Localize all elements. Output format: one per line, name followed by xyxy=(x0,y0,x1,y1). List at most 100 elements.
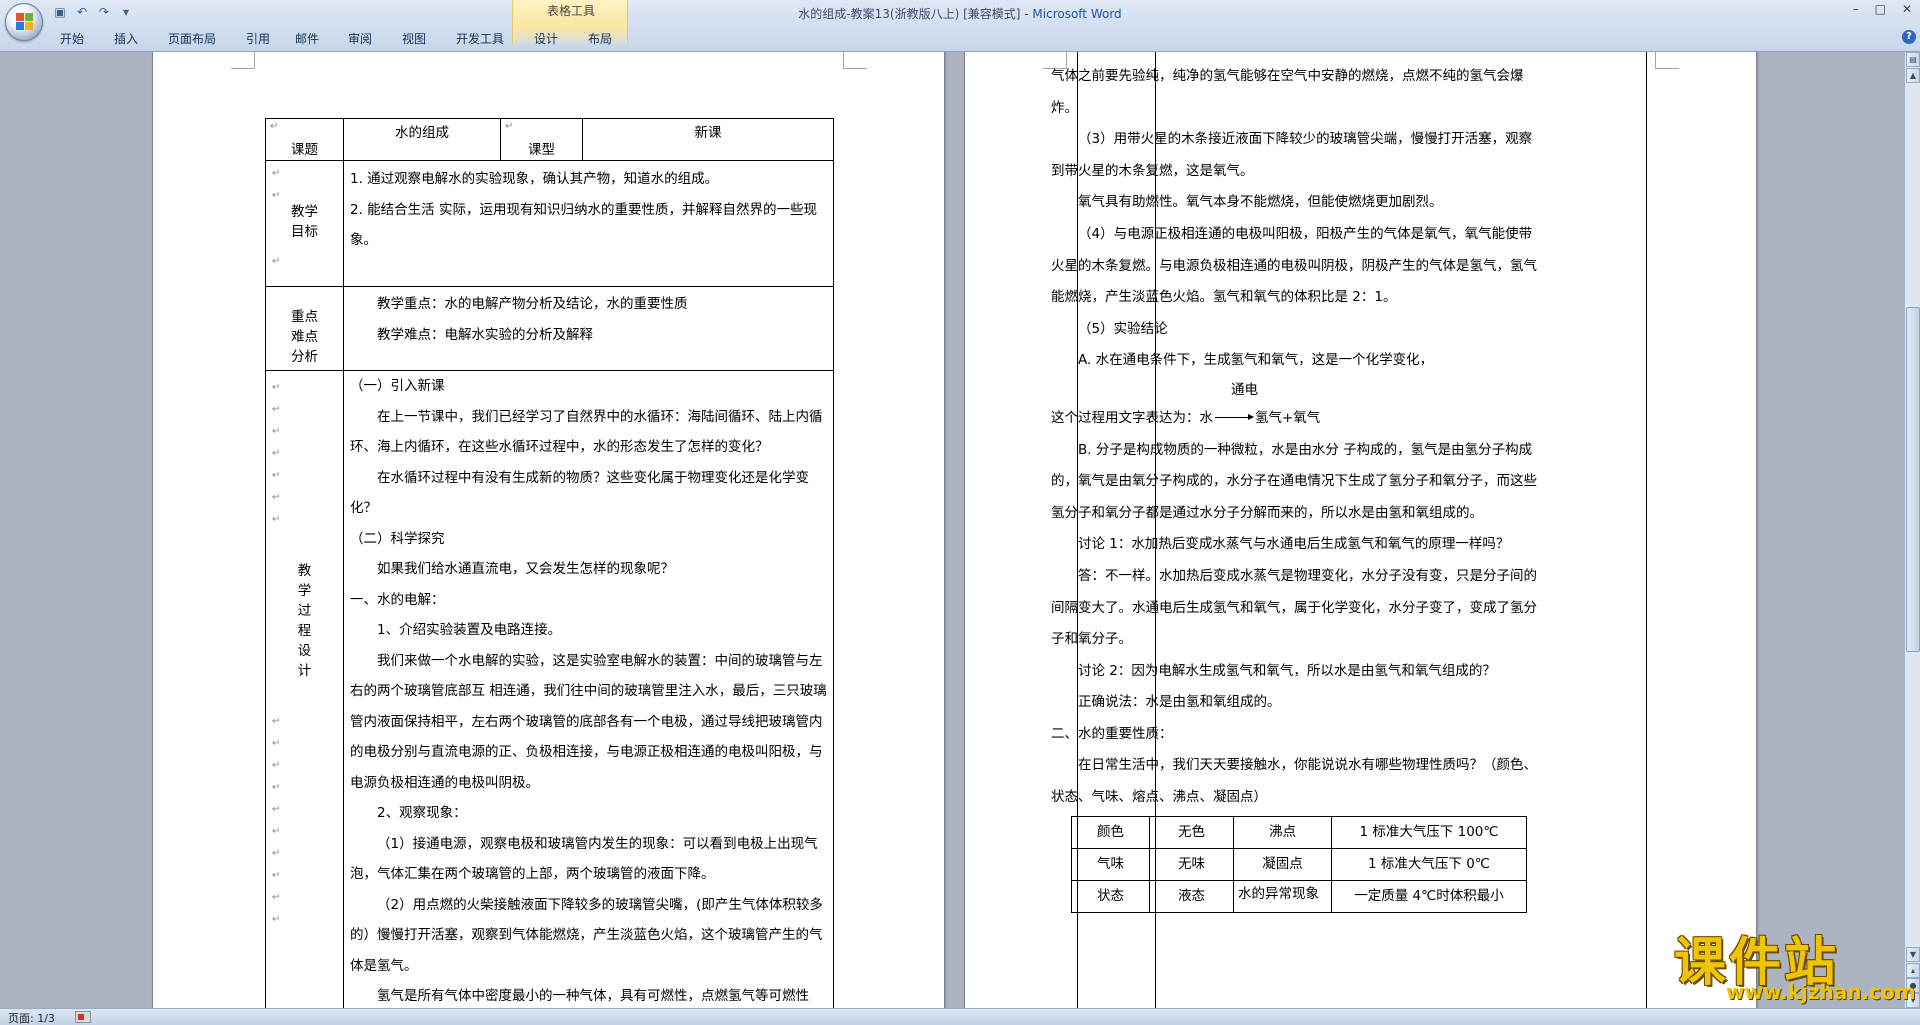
table-cell[interactable]: 教学重点：水的电解产物分析及结论，水的重要性质 教学难点：电解水实验的分析及解释 xyxy=(343,286,834,371)
process-label-line: 教 xyxy=(297,563,312,579)
content-paragraph: A. 水在通电条件下，生成氢气和氧气，这是一个化学变化， xyxy=(1078,352,1434,369)
table-cell[interactable]: 一定质量 4℃时体积最小 xyxy=(1331,879,1527,913)
table-cell[interactable]: 新课 xyxy=(582,118,834,161)
reaction-arrow-icon xyxy=(1215,414,1254,421)
content-paragraph: 二、水的重要性质： xyxy=(1051,725,1173,742)
equation-condition: 通电 xyxy=(1231,381,1258,398)
table-cell[interactable]: 液态 xyxy=(1149,879,1234,913)
table-row: 颜色 无色 沸点 1 标准大气压下 100℃ xyxy=(1071,815,1527,849)
content-paragraph: 讨论 2：因为电解水生成氢气和氧气，所以水是由氢气和氧气组成的？ xyxy=(1078,662,1496,679)
table-cell[interactable]: 凝固点 xyxy=(1233,847,1332,881)
table-row: ↵ 课题 水的组成 ↵ 课型 新课 xyxy=(265,118,834,161)
table-cell[interactable]: 重点 难点 分析 xyxy=(265,286,344,371)
lesson-type-label: 课型 xyxy=(528,142,555,158)
topic-value: 水的组成 xyxy=(395,125,449,141)
undo-icon[interactable]: ↶ xyxy=(74,4,90,20)
table-cell[interactable]: 水的组成 xyxy=(343,118,501,161)
topic-label: 课题 xyxy=(291,142,318,158)
table-cell[interactable]: ↵ 课型 xyxy=(500,118,583,161)
content-paragraph: （3）用带火星的木条接近液面下降较少的玻璃管尖端，慢慢打开活塞，观察到带火星的木… xyxy=(1051,131,1533,179)
proofing-status-icon[interactable] xyxy=(75,1011,91,1023)
tab-layout[interactable]: 布局 xyxy=(588,30,612,47)
crop-mark xyxy=(1655,52,1679,69)
watermark-url: www.kjzhan.com xyxy=(1726,980,1916,1004)
redo-icon[interactable]: ↷ xyxy=(96,4,112,20)
table-cell[interactable]: 颜色 xyxy=(1071,815,1150,849)
equation-products: 氢气+氧气 xyxy=(1255,409,1321,426)
ruler-toggle-icon[interactable]: ▤ xyxy=(1906,52,1920,67)
vertical-scrollbar[interactable]: ▤ ▲ ▼ ▴ ● ▾ xyxy=(1904,52,1920,1008)
content-paragraph: 讨论 1：水加热后变成水蒸气与水通电后生成氢气和氧气的原理一样吗？ xyxy=(1078,536,1510,553)
continued-content[interactable]: 气体之前要先验纯，纯净的氢气能够在空气中安静的燃烧，点燃不纯的氢气会爆炸。 （3… xyxy=(1051,61,1541,913)
table-cell[interactable]: 无味 xyxy=(1149,847,1234,881)
process-paragraph: 如果我们给水通直流电，又会发生怎样的现象呢？ xyxy=(377,561,674,577)
scroll-up-icon[interactable]: ▲ xyxy=(1906,68,1920,83)
content-paragraph: 正确说法：水是由氢和氧组成的。 xyxy=(1078,694,1281,711)
table-cell[interactable]: 1 标准大气压下 0℃ xyxy=(1331,847,1527,881)
table-row: 状态 液态 水的异常现象 一定质量 4℃时体积最小 xyxy=(1071,879,1527,913)
page-1: ↵ 课题 水的组成 ↵ 课型 新课 ↵ ↵ ↵ 教学 目标 1. 通过观察电解水的实验现… xyxy=(152,52,945,1008)
table-cell[interactable]: 沸点 xyxy=(1233,815,1332,849)
tab-design[interactable]: 设计 xyxy=(534,30,558,47)
key-label-line: 难点 xyxy=(291,329,318,345)
content-paragraph: B. 分子是构成物质的一种微粒，水是由水分 子构成的，氢气是由氢分子构成的，氧气… xyxy=(1051,441,1537,521)
window-title: 水的组成-教案13(浙教版八上) [兼容模式] - Microsoft Word xyxy=(0,5,1920,22)
process-paragraph: （1）接通电源，观察电极和玻璃管内发生的现象：可以看到电极上出现气泡，气体汇集在… xyxy=(350,835,818,883)
tab-home[interactable]: 开始 xyxy=(60,30,84,47)
process-paragraph: （二）科学探究 xyxy=(350,530,445,547)
document-workspace: ↵ 课题 水的组成 ↵ 课型 新课 ↵ ↵ ↵ 教学 目标 1. 通过观察电解水的实验现… xyxy=(0,52,1904,1008)
table-cell[interactable]: ↵ 课题 xyxy=(265,118,344,161)
goal-line: 1. 通过观察电解水的实验现象，确认其产物，知道水的组成。 xyxy=(350,171,719,187)
key-line: 教学重点：水的电解产物分析及结论，水的重要性质 xyxy=(377,296,688,312)
tab-page-layout[interactable]: 页面布局 xyxy=(168,30,216,47)
scroll-down-icon[interactable]: ▼ xyxy=(1906,947,1920,962)
goal-label-line: 教学 xyxy=(291,204,318,220)
document-title: 水的组成-教案13(浙教版八上) [兼容模式] - xyxy=(798,7,1033,21)
key-label-line: 重点 xyxy=(291,309,318,325)
office-logo-icon xyxy=(16,13,34,31)
content-paragraph: 答：不一样。水加热后变成水蒸气是物理变化，水分子没有变，只是分子间的间隔变大了。… xyxy=(1051,567,1537,648)
customize-qat-icon[interactable]: ▾ xyxy=(118,4,134,20)
content-paragraph: （4）与电源正极相连通的电极叫阳极，阳极产生的气体是氧气，氧气能使带火星的木条复… xyxy=(1051,225,1537,306)
tab-insert[interactable]: 插入 xyxy=(114,30,138,47)
goal-label-line: 目标 xyxy=(291,224,318,240)
watermark: 课件站 www.kjzhan.com xyxy=(1664,920,1916,1008)
process-paragraph: 在水循环过程中有没有生成新的物质？这些变化属于物理变化还是化学变化？ xyxy=(350,469,809,517)
table-cell[interactable]: 1. 通过观察电解水的实验现象，确认其产物，知道水的组成。 2. 能结合生活 实… xyxy=(343,160,834,287)
table-cell[interactable]: 气味 xyxy=(1071,847,1150,881)
page-count[interactable]: 页面: 1/3 xyxy=(8,1010,55,1025)
office-button[interactable] xyxy=(5,3,43,41)
key-label-line: 分析 xyxy=(291,349,318,365)
tab-view[interactable]: 视图 xyxy=(402,30,426,47)
lesson-plan-table: ↵ 课题 水的组成 ↵ 课型 新课 ↵ ↵ ↵ 教学 目标 1. 通过观察电解水的实验现… xyxy=(265,118,834,1008)
save-icon[interactable]: ▣ xyxy=(52,4,68,20)
process-paragraph: 我们来做一个水电解的实验，这是实验室电解水的装置：中间的玻璃管与左右的两个玻璃管… xyxy=(350,652,827,791)
tab-references[interactable]: 引用 xyxy=(246,30,270,47)
tab-review[interactable]: 审阅 xyxy=(348,30,372,47)
table-cell[interactable]: 1 标准大气压下 100℃ xyxy=(1331,815,1527,849)
close-icon[interactable]: ✕ xyxy=(1902,2,1912,16)
scroll-thumb[interactable] xyxy=(1906,307,1920,652)
equation-reactant: 这个过程用文字表达为：水 xyxy=(1051,409,1213,426)
content-paragraph: 在日常生活中，我们天天要接触水，你能说说水有哪些物理性质吗？（颜色、状态、气味、… xyxy=(1051,757,1537,806)
tab-mailings[interactable]: 邮件 xyxy=(295,30,319,47)
process-label-line: 计 xyxy=(297,663,312,679)
previous-page-icon[interactable]: ▴ xyxy=(1906,963,1920,978)
tab-developer[interactable]: 开发工具 xyxy=(456,30,504,47)
key-line: 教学难点：电解水实验的分析及解释 xyxy=(377,326,593,343)
table-cell[interactable]: （一）引入新课 在上一节课中，我们已经学习了自然界中的水循环：海陆间循环、陆上内… xyxy=(343,370,834,1008)
table-row: ↵ ↵ ↵ ↵ ↵ ↵ ↵ 教 学 过 程 设 计 ↵ ↵ ↵ ↵ ↵ ↵ ↵ ↵ ↵ ↵ （一）引入新课 在… xyxy=(265,370,834,1008)
table-cell[interactable]: ↵ ↵ ↵ ↵ ↵ ↵ ↵ 教 学 过 程 设 计 ↵ ↵ ↵ ↵ ↵ ↵ ↵ ↵ ↵ ↵ xyxy=(265,370,344,1008)
table-cell[interactable]: 水的异常现象 xyxy=(1233,879,1332,913)
table-cell[interactable]: ↵ ↵ ↵ 教学 目标 xyxy=(265,160,344,287)
content-paragraph: （5）实验结论 xyxy=(1078,320,1168,337)
help-icon[interactable]: ? xyxy=(1902,30,1916,44)
maximize-icon[interactable]: □ xyxy=(1875,2,1886,16)
minimize-icon[interactable]: – xyxy=(1853,2,1859,16)
window-controls: – □ ✕ xyxy=(1853,2,1912,16)
goal-line: 2. 能结合生活 实际，运用现有知识归纳水的重要性质，并解释自然界的一些现象。 xyxy=(350,201,817,249)
table-tools-label: 表格工具 xyxy=(546,4,595,18)
table-cell[interactable]: 状态 xyxy=(1071,879,1150,913)
water-property-table: 颜色 无色 沸点 1 标准大气压下 100℃ 气味 无味 凝固点 1 标准大气压… xyxy=(1071,815,1527,913)
table-cell[interactable]: 无色 xyxy=(1149,815,1234,849)
